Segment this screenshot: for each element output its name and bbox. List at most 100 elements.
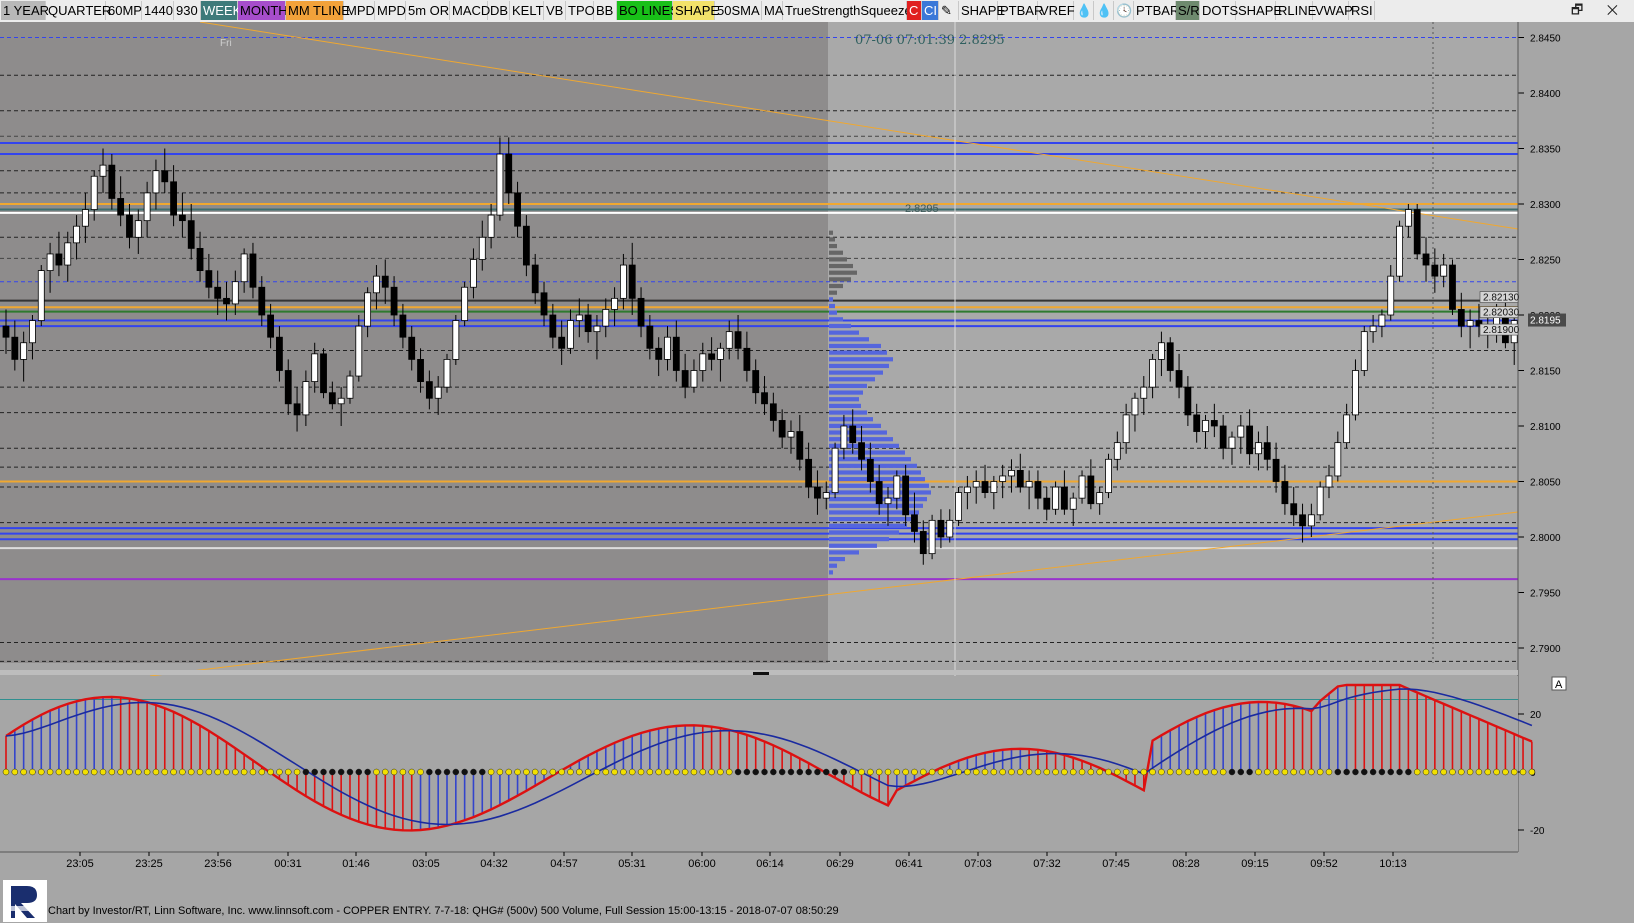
squeeze-dot bbox=[1449, 768, 1456, 776]
candle-body bbox=[540, 292, 548, 316]
profile-bar bbox=[829, 437, 893, 442]
time-axis: 23:05 23:25 23:56 00:31 01:46 03:05 04:32 04:57… bbox=[0, 851, 1634, 882]
toolbar-button-37[interactable]: RSI bbox=[1349, 1, 1375, 20]
toolbar-button-36[interactable]: VWAP bbox=[1313, 1, 1353, 20]
candle-body bbox=[822, 492, 830, 499]
squeeze-dot bbox=[937, 768, 945, 776]
price-axis[interactable]: 2.84502.84002.83502.83002.82502.82002.81… bbox=[1518, 22, 1634, 663]
squeeze-dot bbox=[699, 768, 707, 776]
toolbar-button-25[interactable]: SHAPE bbox=[959, 1, 1005, 20]
squeeze-dot bbox=[1017, 768, 1024, 776]
toolbar-button-12[interactable]: DB bbox=[488, 1, 510, 20]
toolbar-button-33[interactable]: DOTS bbox=[1200, 1, 1238, 20]
toolbar-button-32[interactable]: S/R bbox=[1176, 1, 1200, 20]
squeeze-dot bbox=[920, 768, 927, 776]
candle-body bbox=[531, 264, 539, 294]
squeeze-dot bbox=[20, 768, 27, 776]
candle-body bbox=[717, 347, 724, 360]
candle-body bbox=[2, 325, 10, 338]
toolbar-button-31[interactable]: PTBAR bbox=[1134, 1, 1179, 20]
toolbar-button-0[interactable]: 1 YEAR bbox=[1, 1, 49, 20]
toolbar-button-34[interactable]: SHAPE bbox=[1236, 1, 1282, 20]
toolbar-button-15[interactable]: TPO bbox=[566, 1, 595, 20]
toolbar-button-10[interactable]: 5m OR bbox=[406, 1, 450, 20]
squeeze-dot bbox=[29, 768, 36, 776]
toolbar-button-1[interactable]: QUARTER bbox=[46, 1, 111, 20]
profile-bar bbox=[829, 297, 833, 302]
toolbar-button-19[interactable]: 50SMA bbox=[715, 1, 762, 20]
candle-body bbox=[1466, 320, 1474, 327]
toolbar-button-21[interactable]: TrueStrengthSqueeze bbox=[783, 1, 912, 20]
candle-body bbox=[1290, 503, 1298, 516]
toolbar-button-7[interactable]: MM TLINE bbox=[286, 1, 350, 20]
chart[interactable]: Fri 07-06 07:01:39 2.8295 2.8295 2.8450 2… bbox=[0, 22, 1634, 882]
candle-body bbox=[99, 164, 107, 177]
candle-body bbox=[522, 225, 530, 266]
day-watermark: Fri bbox=[220, 38, 232, 49]
time-tick-label: 23:05 bbox=[66, 858, 94, 870]
squeeze-dot bbox=[46, 768, 54, 776]
toolbar-button-6[interactable]: MONTH bbox=[238, 1, 288, 20]
candle-body bbox=[117, 198, 125, 216]
candle-body bbox=[205, 270, 213, 288]
profile-bar bbox=[829, 370, 883, 375]
squeeze-dot bbox=[1325, 768, 1333, 776]
toolbar-button-16[interactable]: BB bbox=[594, 1, 617, 20]
candle-body bbox=[505, 153, 513, 194]
toolbar-button-3[interactable]: 1440 bbox=[142, 1, 174, 20]
squeeze-dot bbox=[1166, 768, 1174, 776]
squeeze-dot bbox=[1246, 768, 1253, 776]
squeeze-dot bbox=[681, 768, 689, 776]
toolbar-button-17[interactable]: BO LINES bbox=[617, 1, 679, 20]
squeeze-dot bbox=[284, 768, 292, 776]
window-controls[interactable]: 🗗 ✕ bbox=[1571, 1, 1628, 23]
toolbar-button-14[interactable]: VB bbox=[544, 1, 566, 20]
time-tick-label: 07:45 bbox=[1102, 858, 1130, 870]
toolbar-button-23[interactable]: CI bbox=[922, 1, 939, 20]
profile-bar bbox=[829, 230, 833, 235]
toolbar-button-26[interactable]: PTBAR bbox=[998, 1, 1043, 20]
footer-caption: Chart by Investor/RT, Linn Software, Inc… bbox=[48, 905, 839, 917]
candle-body bbox=[575, 314, 583, 321]
toolbar-button-24[interactable]: ✎ bbox=[939, 1, 959, 20]
toolbar-button-30[interactable]: 🕓 bbox=[1114, 1, 1134, 20]
toolbar-button-22[interactable]: C bbox=[907, 1, 922, 20]
toolbar-button-8[interactable]: MPD bbox=[344, 1, 375, 20]
squeeze-dot bbox=[1149, 768, 1156, 776]
squeeze-dot bbox=[267, 768, 274, 776]
toolbar-button-28[interactable]: 💧 bbox=[1074, 1, 1094, 20]
toolbar-button-5[interactable]: WEEK bbox=[201, 1, 241, 20]
candle-body bbox=[417, 358, 424, 382]
cursor-readout: 07-06 07:01:39 2.8295 bbox=[855, 33, 1005, 48]
toolbar-button-9[interactable]: MPD bbox=[375, 1, 406, 20]
squeeze-dot bbox=[223, 768, 230, 776]
toolbar-button-18[interactable]: SHAPE bbox=[673, 1, 719, 20]
squeeze-dot bbox=[796, 768, 804, 776]
divider-handle[interactable] bbox=[753, 672, 769, 675]
candle-body bbox=[249, 253, 257, 288]
squeeze-dot bbox=[655, 768, 662, 776]
candle-body bbox=[337, 397, 345, 405]
squeeze-dot bbox=[487, 768, 495, 776]
toolbar-button-11[interactable]: MACD bbox=[450, 1, 490, 20]
toolbar-button-4[interactable]: 930 bbox=[174, 1, 201, 20]
toolbar-button-29[interactable]: 💧 bbox=[1094, 1, 1114, 20]
toolbar-button-2[interactable]: 60MP bbox=[106, 1, 142, 20]
candle-body bbox=[752, 370, 760, 394]
toolbar-button-13[interactable]: KELT bbox=[510, 1, 544, 20]
squeeze-dot bbox=[443, 768, 451, 776]
toolbar-button-20[interactable]: MA bbox=[762, 1, 784, 20]
profile-bar bbox=[829, 290, 837, 295]
profile-bar bbox=[829, 263, 853, 269]
profile-bar bbox=[829, 357, 893, 362]
squeeze-dot bbox=[1078, 768, 1086, 776]
profile-bar bbox=[829, 550, 859, 555]
candle-body bbox=[1210, 420, 1218, 427]
squeeze-dot bbox=[708, 768, 715, 776]
toolbar-button-35[interactable]: RLINE bbox=[1276, 1, 1316, 20]
squeeze-dot bbox=[399, 768, 407, 776]
panel-marker[interactable]: A bbox=[1555, 679, 1563, 691]
toolbar-button-27[interactable]: VREF bbox=[1038, 1, 1075, 20]
profile-bar bbox=[829, 563, 837, 568]
squeeze-dot bbox=[1343, 768, 1350, 776]
